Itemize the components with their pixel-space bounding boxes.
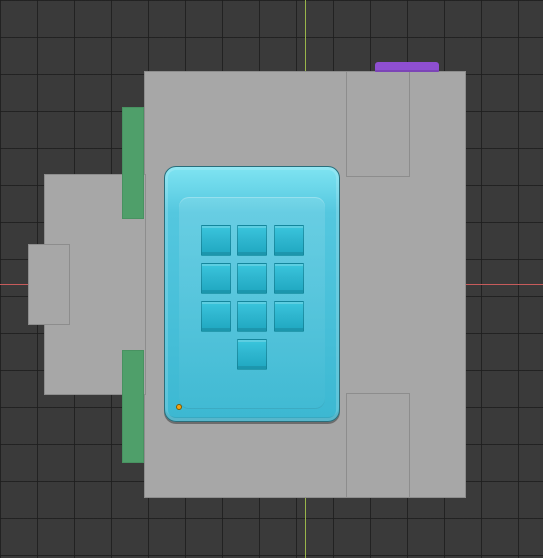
right-top-block[interactable] [346,71,410,177]
green-tab-top[interactable] [122,107,144,219]
3d-viewport[interactable] [0,0,543,558]
origin-marker-icon[interactable] [176,404,182,410]
right-bottom-block[interactable] [346,393,410,498]
key-8[interactable] [237,301,267,332]
key-9[interactable] [274,301,304,332]
key-1[interactable] [201,225,231,256]
key-5[interactable] [237,263,267,294]
purple-part[interactable] [375,62,439,72]
left-port-block[interactable] [28,244,70,325]
keypad-shell[interactable] [164,166,340,422]
key-0[interactable] [237,339,267,370]
key-3[interactable] [274,225,304,256]
key-4[interactable] [201,263,231,294]
key-2[interactable] [237,225,267,256]
key-6[interactable] [274,263,304,294]
green-tab-bottom[interactable] [122,350,144,463]
key-7[interactable] [201,301,231,332]
